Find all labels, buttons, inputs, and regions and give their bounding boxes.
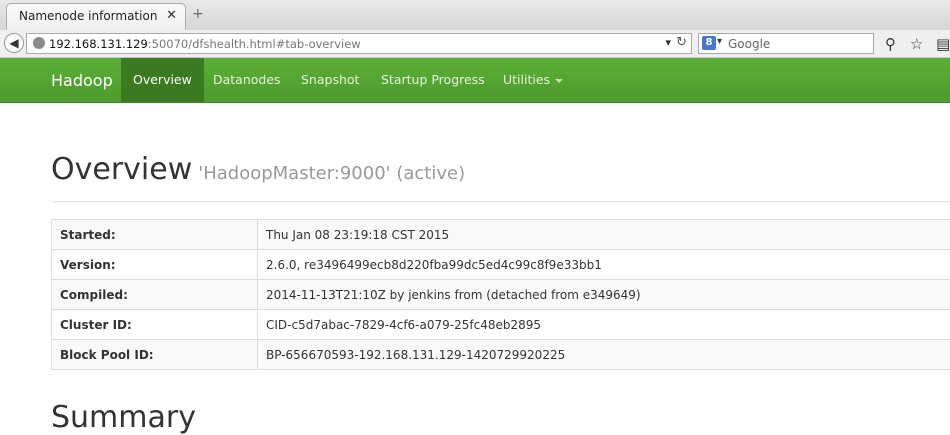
search-engine-dropdown-icon[interactable]: ▾ (717, 36, 722, 47)
page-title: Overview (51, 152, 192, 187)
binoculars-icon[interactable]: ⚲ (885, 35, 896, 53)
nav-startup-progress[interactable]: Startup Progress (369, 58, 497, 102)
nav-overview[interactable]: Overview (121, 58, 204, 102)
url-path: :50070/dfshealth.html#tab-overview (148, 37, 361, 51)
table-row: Version: 2.6.0, re3496499ecb8d220fba99dc… (52, 250, 950, 280)
back-button[interactable]: ◀ (4, 33, 24, 53)
nav-datanodes[interactable]: Datanodes (201, 58, 293, 102)
tab-title: Namenode information (19, 9, 157, 23)
row-value: Thu Jan 08 23:19:18 CST 2015 (258, 220, 950, 250)
hadoop-navbar: Hadoop Overview Datanodes Snapshot Start… (0, 58, 950, 103)
row-value: CID-c5d7abac-7829-4cf6-a079-25fc48eb2895 (258, 310, 950, 340)
caret-down-icon (555, 79, 563, 83)
page-header: Overview 'HadoopMaster:9000' (active) (51, 152, 465, 187)
url-bar[interactable]: 192.168.131.129:50070/dfshealth.html#tab… (26, 33, 692, 54)
bookmarks-menu-icon[interactable]: ▤ (936, 35, 950, 53)
tab-strip: Namenode information ✕ + (0, 0, 950, 31)
row-key: Compiled: (52, 280, 258, 310)
search-bar[interactable]: 8 ▾ Google (698, 33, 874, 54)
page-subtitle: 'HadoopMaster:9000' (active) (198, 163, 465, 184)
summary-heading: Summary (51, 400, 196, 435)
brand-link[interactable]: Hadoop (51, 71, 113, 90)
url-host: 192.168.131.129 (49, 37, 148, 51)
table-row: Started: Thu Jan 08 23:19:18 CST 2015 (52, 220, 950, 250)
row-value: 2.6.0, re3496499ecb8d220fba99dc5ed4c99c8… (258, 250, 950, 280)
tab-namenode-information[interactable]: Namenode information ✕ (6, 3, 186, 30)
nav-snapshot[interactable]: Snapshot (289, 58, 371, 102)
chevron-down-icon[interactable]: ▾ (665, 36, 671, 49)
row-key: Block Pool ID: (52, 340, 258, 370)
table-row: Compiled: 2014-11-13T21:10Z by jenkins f… (52, 280, 950, 310)
bookmark-star-icon[interactable]: ☆ (910, 35, 923, 53)
new-tab-icon[interactable]: + (192, 6, 204, 22)
table-row: Cluster ID: CID-c5d7abac-7829-4cf6-a079-… (52, 310, 950, 340)
close-icon[interactable]: ✕ (166, 8, 177, 23)
row-key: Started: (52, 220, 258, 250)
google-icon[interactable]: 8 (702, 36, 716, 50)
row-value: BP-656670593-192.168.131.129-14207299202… (258, 340, 950, 370)
row-key: Cluster ID: (52, 310, 258, 340)
url-text: 192.168.131.129:50070/dfshealth.html#tab… (49, 37, 361, 51)
globe-icon (33, 37, 45, 49)
nav-utilities[interactable]: Utilities (491, 58, 575, 102)
browser-toolbar: ◀ 192.168.131.129:50070/dfshealth.html#t… (0, 30, 950, 58)
search-input[interactable]: Google (728, 37, 770, 51)
nav-utilities-label: Utilities (503, 72, 550, 87)
table-row: Block Pool ID: BP-656670593-192.168.131.… (52, 340, 950, 370)
arrow-left-icon: ◀ (9, 36, 18, 50)
row-value: 2014-11-13T21:10Z by jenkins from (detac… (258, 280, 950, 310)
reload-icon[interactable]: ↻ (676, 35, 687, 50)
header-divider (51, 201, 950, 202)
row-key: Version: (52, 250, 258, 280)
overview-table: Started: Thu Jan 08 23:19:18 CST 2015 Ve… (51, 219, 950, 370)
